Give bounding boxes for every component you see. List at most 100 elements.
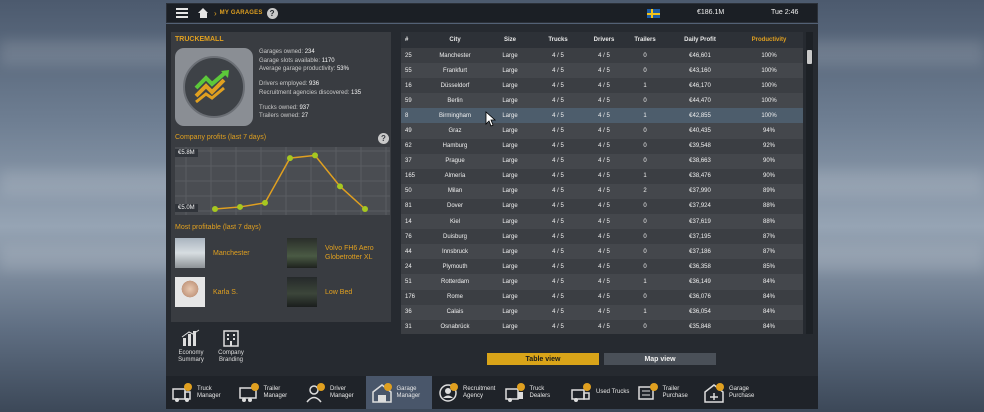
table-cell: Rotterdam <box>423 274 487 290</box>
table-scrollbar[interactable] <box>806 32 813 334</box>
table-cell: 4 / 5 <box>583 168 625 184</box>
table-cell: 49 <box>401 123 423 139</box>
company-branding-label: Company Branding <box>218 350 244 363</box>
gear-icon <box>317 382 325 391</box>
table-cell: 84% <box>735 304 803 320</box>
trailer-thumbnail <box>287 277 317 307</box>
table-row[interactable]: 16 Düsseldorf Large 4 / 54 / 5 1 €46,170 100% <box>401 78 803 94</box>
table-cell: 44 <box>401 244 423 260</box>
table-cell: 4 / 5 <box>533 78 583 94</box>
toolbar-recruitment-agency-button[interactable]: Recruitment Agency <box>432 376 499 409</box>
garages-table-container: # City Size Trucks Drivers Trailers Dail… <box>401 32 803 334</box>
most-profitable-driver[interactable]: Karla S. <box>175 277 238 307</box>
table-row[interactable]: 62 Hamburg Large 4 / 54 / 5 0 €39,548 92% <box>401 138 803 154</box>
table-row[interactable]: 49 Graz Large 4 / 54 / 5 0 €40,435 94% <box>401 123 803 139</box>
gear-icon <box>516 382 525 391</box>
table-row[interactable]: 44 Innsbruck Large 4 / 54 / 5 0 €37,186 87% <box>401 244 803 260</box>
table-row[interactable]: 59 Berlin Large 4 / 54 / 5 0 €44,470 100% <box>401 93 803 109</box>
truck-thumbnail <box>287 238 317 268</box>
table-row[interactable]: 14 Kiel Large 4 / 54 / 5 0 €37,619 88% <box>401 214 803 230</box>
home-icon[interactable] <box>198 7 209 19</box>
table-row[interactable]: 165 Almería Large 4 / 54 / 5 1 €38,476 90% <box>401 168 803 184</box>
company-logo <box>175 48 253 126</box>
table-cell: €38,476 <box>665 168 735 184</box>
table-cell: €40,435 <box>665 123 735 139</box>
column-header[interactable]: Trailers <box>625 32 665 48</box>
toolbar-truck-dealers-button[interactable]: Truck Dealers <box>499 376 566 409</box>
main-panel: TRUCKEMALL Garages owned: 234 Garage slo… <box>166 24 818 376</box>
table-cell: €37,990 <box>665 183 735 199</box>
garage-purchase-icon <box>704 382 724 403</box>
economy-summary-label: Economy Summary <box>178 350 204 363</box>
table-row[interactable]: 81 Dover Large 4 / 54 / 5 0 €37,924 88% <box>401 198 803 215</box>
gear-icon <box>383 382 392 391</box>
table-cell: 4 / 5 <box>533 274 583 290</box>
table-cell: Rome <box>423 289 487 305</box>
toolbar-trailer-manager-button[interactable]: Trailer Manager <box>233 376 300 409</box>
toolbar-used-trucks-button[interactable]: Used Trucks <box>565 376 632 409</box>
most-profitable-garage[interactable]: Manchester <box>175 238 250 268</box>
table-row[interactable]: 25 Manchester Large 4 / 54 / 5 0 €46,601 100% <box>401 48 803 64</box>
column-header[interactable]: Trucks <box>533 32 583 48</box>
table-cell: 92% <box>735 138 803 154</box>
table-cell: Dover <box>423 198 487 215</box>
gear-icon <box>184 382 192 391</box>
economy-summary-button[interactable]: Economy Summary <box>171 326 211 368</box>
most-profitable-truck[interactable]: Volvo FH6 Aero Globetrotter XL <box>287 238 387 268</box>
table-row[interactable]: 50 Milan Large 4 / 54 / 5 2 €37,990 89% <box>401 183 803 199</box>
toolbar-driver-manager-button[interactable]: Driver Manager <box>299 376 366 409</box>
breadcrumb[interactable]: MY GARAGES <box>220 10 263 16</box>
table-cell: Large <box>487 214 533 230</box>
table-cell: €37,619 <box>665 214 735 230</box>
column-header[interactable]: Size <box>487 32 533 48</box>
table-cell: 4 / 5 <box>583 63 625 79</box>
toolbar-garage-manager-button[interactable]: Garage Manager <box>365 376 432 409</box>
gear-icon <box>716 382 724 391</box>
column-header[interactable]: Daily Profit <box>665 32 735 48</box>
table-row[interactable]: 176 Rome Large 4 / 54 / 5 0 €36,076 84% <box>401 289 803 305</box>
table-cell: Large <box>487 229 533 245</box>
map-view-button[interactable]: Map view <box>604 353 716 365</box>
table-cell: €39,548 <box>665 138 735 154</box>
toolbar-label: Trailer Manager <box>263 385 288 399</box>
table-cell: 4 / 5 <box>583 214 625 230</box>
scrollbar-thumb[interactable] <box>807 50 812 64</box>
toolbar-trailer-purchase-button[interactable]: Trailer Purchase <box>632 376 699 409</box>
company-branding-button[interactable]: Company Branding <box>211 326 251 368</box>
column-header[interactable]: Drivers <box>583 32 625 48</box>
table-row[interactable]: 31 Osnabrück Large 4 / 54 / 5 0 €35,848 84% <box>401 319 803 334</box>
table-cell: 4 / 5 <box>583 198 625 215</box>
table-row[interactable]: 51 Rotterdam Large 4 / 54 / 5 1 €36,149 84% <box>401 274 803 290</box>
stat-trailers-owned: Trailers owned: 27 <box>259 113 309 120</box>
toolbar-garage-purchase-button[interactable]: Garage Purchase <box>698 376 765 409</box>
building-icon <box>223 330 239 347</box>
table-row[interactable]: 55 Frankfurt Large 4 / 54 / 5 0 €43,160 100% <box>401 63 803 79</box>
most-profitable-trailer[interactable]: Low Bed <box>287 277 352 307</box>
table-row[interactable]: 37 Prague Large 4 / 54 / 5 0 €38,663 90% <box>401 153 803 169</box>
y-tick-bottom: €5.0M <box>175 204 198 212</box>
table-cell: 4 / 5 <box>583 274 625 290</box>
table-cell: 4 / 5 <box>583 259 625 275</box>
table-cell: Innsbruck <box>423 244 487 260</box>
toolbar-truck-manager-button[interactable]: Truck Manager <box>166 376 233 409</box>
table-row[interactable]: 76 Duisburg Large 4 / 54 / 5 0 €37,195 87% <box>401 229 803 245</box>
toolbar-label: Garage Purchase <box>729 385 755 399</box>
table-row[interactable]: 36 Calais Large 4 / 54 / 5 1 €36,054 84% <box>401 304 803 320</box>
table-cell: 1 <box>625 168 665 184</box>
table-row[interactable]: 24 Plymouth Large 4 / 54 / 5 0 €36,358 85% <box>401 259 803 275</box>
profit-line <box>214 154 366 210</box>
table-cell: Large <box>487 274 533 290</box>
help-icon[interactable]: ? <box>266 7 278 19</box>
column-header[interactable]: City <box>423 32 487 48</box>
table-cell: 4 / 5 <box>533 304 583 320</box>
garages-table: # City Size Trucks Drivers Trailers Dail… <box>401 32 803 334</box>
table-cell: Kiel <box>423 214 487 230</box>
table-row[interactable]: 8 Birmingham Large 4 / 54 / 5 1 €42,855 100% <box>401 108 803 124</box>
menu-icon[interactable] <box>176 8 188 18</box>
help-icon[interactable]: ? <box>378 133 389 144</box>
column-header[interactable]: # <box>401 32 423 48</box>
column-header[interactable]: Productivity <box>735 32 803 48</box>
toolbar-label: Garage Manager <box>396 385 421 399</box>
table-view-button[interactable]: Table view <box>487 353 599 365</box>
table-cell: 55 <box>401 63 423 79</box>
